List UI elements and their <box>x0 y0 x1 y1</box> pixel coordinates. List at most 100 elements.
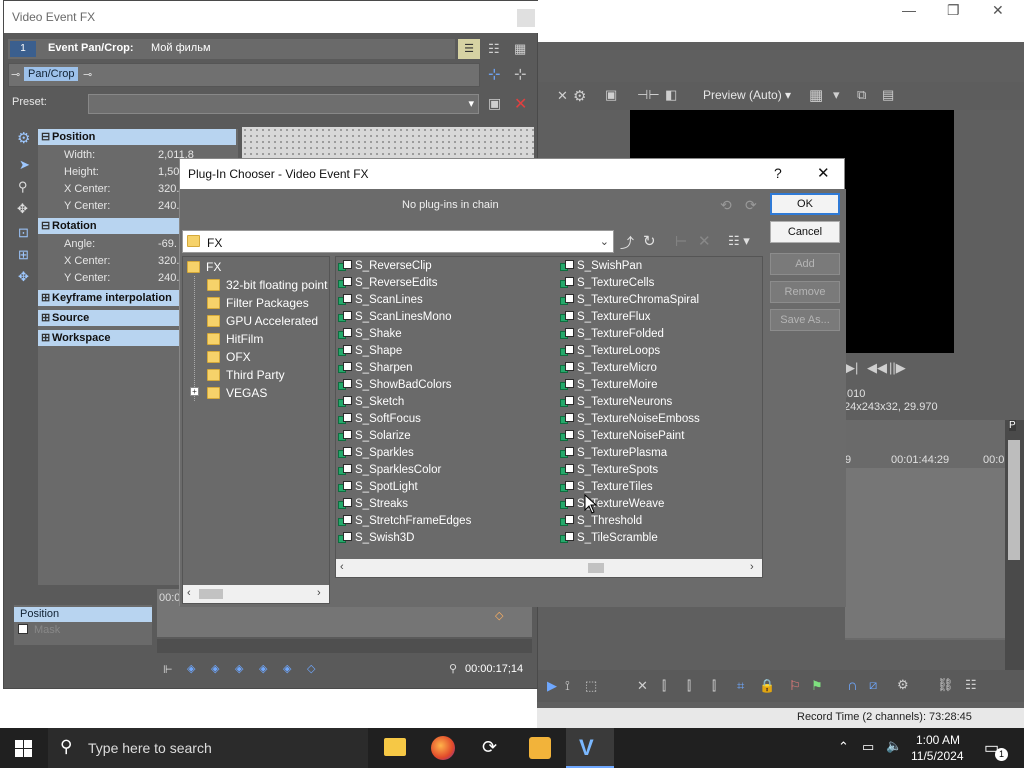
lock-icon[interactable]: 🔒 <box>759 678 775 694</box>
delete-icon[interactable]: ✕ <box>637 678 648 694</box>
plugin-item[interactable]: S_TextureNoiseEmboss <box>560 410 760 427</box>
plugin-item[interactable]: S_TexturePlasma <box>560 444 760 461</box>
dialog-close-button[interactable]: ✕ <box>817 164 830 182</box>
keyframe-marker-icon[interactable]: ◇ <box>495 609 503 622</box>
media-player-icon[interactable] <box>529 737 551 759</box>
split-icon[interactable]: ⫿ <box>687 678 691 694</box>
pin-icon[interactable]: P <box>1009 420 1016 431</box>
scroll-left-icon[interactable]: ‹ <box>187 587 191 599</box>
firefox-icon[interactable] <box>431 736 455 760</box>
copy-snapshot-icon[interactable]: ⧉ <box>857 87 866 103</box>
marker-icon[interactable]: ⚐ <box>789 678 801 694</box>
external-monitor-icon[interactable]: ▣ <box>605 87 617 103</box>
plugin-item[interactable]: S_SwishPan <box>560 257 760 274</box>
plugin-item[interactable]: S_ReverseEdits <box>338 274 558 291</box>
save-as-button[interactable]: Save As... <box>770 309 840 331</box>
plugin-item[interactable]: S_TextureTiles <box>560 478 760 495</box>
windows-start-icon[interactable] <box>15 740 32 757</box>
plugin-item[interactable]: S_Swish3D <box>338 529 558 546</box>
plugin-item[interactable]: S_TextureMicro <box>560 359 760 376</box>
bypass-icon[interactable]: ⊹ <box>488 65 501 83</box>
trim-end-icon[interactable]: ⫿ <box>712 678 716 694</box>
scroll-left-icon[interactable]: ‹ <box>340 561 344 573</box>
insert-icon[interactable]: ⊢ <box>675 233 687 250</box>
plugin-item[interactable]: S_Threshold <box>560 512 760 529</box>
expand-icon[interactable]: ⊞ <box>41 291 50 304</box>
plugin-item[interactable]: S_TextureCells <box>560 274 760 291</box>
move-right-icon[interactable]: ⟳ <box>745 197 757 214</box>
tree-item[interactable]: Third Party <box>207 366 285 384</box>
tree-root-fx[interactable]: FX <box>187 258 221 276</box>
plugin-item[interactable]: S_TextureNoisePaint <box>560 427 760 444</box>
scroll-right-icon[interactable]: › <box>317 587 321 599</box>
tree-item[interactable]: GPU Accelerated <box>207 312 318 330</box>
plugin-item[interactable]: S_SpotLight <box>338 478 558 495</box>
scroll-thumb[interactable] <box>199 589 223 599</box>
plugin-item[interactable]: S_ShowBadColors <box>338 376 558 393</box>
plugin-item[interactable]: S_Shake <box>338 325 558 342</box>
expand-icon[interactable]: ⊞ <box>41 311 50 324</box>
plugin-item[interactable]: S_Streaks <box>338 495 558 512</box>
crop-icon[interactable]: ⌗ <box>737 678 744 694</box>
cancel-button[interactable]: Cancel <box>770 221 840 243</box>
collapse-icon[interactable]: ⊟ <box>41 130 50 143</box>
vegas-taskbar-button[interactable]: V <box>566 728 614 768</box>
current-time[interactable]: 00:00:17;14 <box>465 663 523 675</box>
expand-icon[interactable]: ⊞ <box>41 331 50 344</box>
track-position[interactable]: Position <box>14 607 152 622</box>
touch-icon[interactable]: ☷ <box>965 677 977 693</box>
close-pane-icon[interactable]: ✕ <box>557 88 568 104</box>
network-icon[interactable]: ▭ <box>862 739 874 755</box>
scroll-thumb[interactable] <box>1008 440 1020 560</box>
refresh-icon[interactable]: ↻ <box>643 232 656 250</box>
zoom-icon[interactable]: ⚲ <box>18 179 28 195</box>
folder-path-dropdown[interactable]: FX ⌄ <box>182 230 614 253</box>
track-lanes[interactable] <box>845 468 1005 638</box>
video-scope-icon[interactable]: ◧ <box>665 87 677 103</box>
plugin-chain-icon[interactable]: ⊹ <box>514 65 527 83</box>
delete-keyframe-icon[interactable]: ◇ <box>307 662 315 675</box>
center-icon[interactable]: ✥ <box>18 269 29 285</box>
position-section-header[interactable]: ⊟ Position <box>38 129 236 145</box>
prev-keyframe-icon[interactable]: ◈ <box>211 662 219 675</box>
auto-ripple-icon[interactable]: ⧄ <box>869 677 877 693</box>
plugin-item[interactable]: S_ScanLines <box>338 291 558 308</box>
split-screen-icon[interactable]: ⊣⊢ <box>637 87 660 103</box>
view-mode-icon[interactable]: ☷ ▾ <box>728 233 750 249</box>
mask-checkbox[interactable] <box>18 624 28 634</box>
plugin-item[interactable]: S_SoftFocus <box>338 410 558 427</box>
plugin-item[interactable]: S_SparklesColor <box>338 461 558 478</box>
plugin-item[interactable]: S_TextureMoire <box>560 376 760 393</box>
add-button[interactable]: Add <box>770 253 840 275</box>
scroll-thumb[interactable] <box>588 563 604 573</box>
plugin-list-scrollbar[interactable]: ‹ › <box>336 559 762 577</box>
plugin-item[interactable]: S_Sketch <box>338 393 558 410</box>
last-keyframe-icon[interactable]: ◈ <box>259 662 267 675</box>
sync-cursor-icon[interactable]: ⊩ <box>163 663 173 676</box>
next-frame-icon[interactable]: ▶| <box>845 360 858 376</box>
clock-date[interactable]: 11/5/2024 <box>911 749 964 763</box>
expand-icon[interactable]: + <box>190 387 199 396</box>
tree-item[interactable]: HitFilm <box>207 330 263 348</box>
plugin-item[interactable]: S_TileScramble <box>560 529 760 546</box>
scroll-right-icon[interactable]: › <box>750 561 754 573</box>
select-tool-icon[interactable]: ⬚ <box>585 678 597 694</box>
tree-item[interactable]: OFX <box>207 348 251 366</box>
search-box[interactable]: ⚲ Type here to search <box>48 728 368 768</box>
chain-count-badge[interactable]: 1 <box>10 41 36 57</box>
tree-scrollbar[interactable]: ‹ › <box>183 585 329 603</box>
plugin-item[interactable]: S_Shape <box>338 342 558 359</box>
split-view-icon[interactable]: ☷ <box>488 41 500 57</box>
move-icon[interactable]: ✥ <box>17 201 28 217</box>
plugin-item[interactable]: S_ReverseClip <box>338 257 558 274</box>
region-icon[interactable]: ⚑ <box>811 678 823 694</box>
settings-icon[interactable]: ⚙ <box>897 677 909 693</box>
list-view-icon[interactable]: ☰ <box>458 39 480 59</box>
gear-icon[interactable]: ⚙ <box>573 87 586 105</box>
save-preset-icon[interactable]: ▣ <box>488 95 501 112</box>
plugin-item[interactable]: S_ScanLinesMono <box>338 308 558 325</box>
tree-item[interactable]: VEGAS <box>207 384 267 402</box>
grid-icon[interactable]: ▦ <box>809 86 823 104</box>
plugin-item[interactable]: S_Sharpen <box>338 359 558 376</box>
chevron-down-icon[interactable]: ▾ <box>833 87 840 103</box>
